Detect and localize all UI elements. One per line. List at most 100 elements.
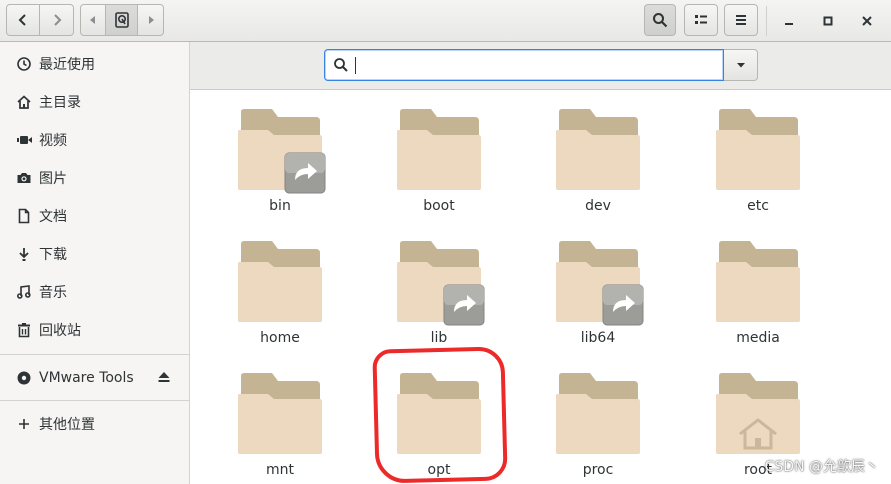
header-bar <box>0 0 891 42</box>
path-root-button[interactable] <box>106 4 138 36</box>
search-icon <box>333 57 349 77</box>
document-icon <box>15 207 33 225</box>
folder-item-home[interactable]: home <box>220 222 340 346</box>
list-view-icon <box>695 15 707 24</box>
triangle-right-icon <box>148 16 154 24</box>
drive-icon <box>114 12 129 28</box>
search-options-button[interactable] <box>724 49 758 81</box>
close-icon <box>862 16 872 26</box>
folder-name: home <box>260 330 300 346</box>
download-icon <box>15 245 33 263</box>
home-emblem-icon <box>739 418 777 450</box>
folder-item-etc[interactable]: etc <box>698 90 818 214</box>
symlink-arrow-icon <box>443 284 485 326</box>
search-icon <box>653 13 668 28</box>
maximize-button[interactable] <box>815 8 841 34</box>
view-list-button[interactable] <box>684 4 718 36</box>
minimize-button[interactable] <box>776 8 802 34</box>
folder-item-opt[interactable]: opt <box>379 354 499 478</box>
trash-icon <box>15 321 33 339</box>
maximize-icon <box>823 16 833 26</box>
sidebar-item-trash[interactable]: 回收站 <box>0 312 189 348</box>
forward-button[interactable] <box>40 4 74 36</box>
folder-item-proc[interactable]: proc <box>538 354 658 478</box>
header-separator <box>766 6 767 36</box>
folder-name: opt <box>427 462 451 478</box>
folder-name: media <box>736 330 780 346</box>
sidebar-item-label: 下载 <box>39 247 67 263</box>
folder-item-lib64[interactable]: lib64 <box>538 222 658 346</box>
folder-name: proc <box>582 462 614 478</box>
sidebar-item-music[interactable]: 音乐 <box>0 274 189 310</box>
watermark: CSDN @允歆辰丶 <box>764 459 879 475</box>
chevron-left-icon <box>18 14 26 26</box>
folder-name: lib <box>430 330 448 346</box>
minimize-icon <box>785 23 793 25</box>
folder-item-dev[interactable]: dev <box>538 90 658 214</box>
disc-icon <box>15 369 33 387</box>
hamburger-icon <box>736 15 746 25</box>
sidebar-item-pictures[interactable]: 图片 <box>0 160 189 196</box>
back-button[interactable] <box>6 4 40 36</box>
folder-item-media[interactable]: media <box>698 222 818 346</box>
sidebar: 最近使用 主目录 视频 图片 文档 下载 音乐 回收站 VMware Tools… <box>0 42 190 484</box>
folder-icon <box>397 109 481 190</box>
music-icon <box>15 283 33 301</box>
folder-icon <box>716 241 800 322</box>
search-input[interactable] <box>355 53 719 79</box>
close-button[interactable] <box>854 8 880 34</box>
sidebar-item-documents[interactable]: 文档 <box>0 198 189 234</box>
folder-icon <box>238 241 322 322</box>
plus-icon <box>15 415 33 433</box>
folder-item-boot[interactable]: boot <box>379 90 499 214</box>
eject-icon[interactable] <box>157 370 171 388</box>
text-caret <box>355 57 356 74</box>
sidebar-item-label: 主目录 <box>39 95 81 111</box>
sidebar-item-label: 其他位置 <box>39 417 95 433</box>
folder-icon <box>556 373 640 454</box>
clock-icon <box>15 55 33 73</box>
sidebar-item-other-locations[interactable]: 其他位置 <box>0 406 189 442</box>
sidebar-separator <box>0 400 189 401</box>
folder-icon <box>397 373 481 454</box>
chevron-right-icon <box>53 14 61 26</box>
sidebar-item-home[interactable]: 主目录 <box>0 84 189 120</box>
folder-item-bin[interactable]: bin <box>220 90 340 214</box>
sidebar-item-label: 最近使用 <box>39 57 95 73</box>
search-bar <box>190 42 891 90</box>
folder-name: boot <box>423 198 455 214</box>
sidebar-item-recent[interactable]: 最近使用 <box>0 46 189 82</box>
file-grid: bin boot dev etc home lib lib64 media mnt opt proc… <box>190 90 891 484</box>
sidebar-item-label: 音乐 <box>39 285 67 301</box>
video-icon <box>15 131 33 149</box>
sidebar-item-label: VMware Tools <box>39 370 134 386</box>
home-icon <box>15 93 33 111</box>
folder-name: dev <box>585 198 611 214</box>
folder-icon <box>556 109 640 190</box>
triangle-left-icon <box>90 16 95 24</box>
camera-icon <box>15 169 33 187</box>
sidebar-item-videos[interactable]: 视频 <box>0 122 189 158</box>
search-toggle-button[interactable] <box>644 4 676 36</box>
folder-name: etc <box>747 198 769 214</box>
sidebar-separator <box>0 354 189 355</box>
sidebar-item-vmware-tools[interactable]: VMware Tools <box>0 360 189 396</box>
folder-item-mnt[interactable]: mnt <box>220 354 340 478</box>
folder-icon <box>716 109 800 190</box>
path-scroll-right-button[interactable] <box>138 4 164 36</box>
menu-button[interactable] <box>724 4 758 36</box>
folder-name: bin <box>269 198 291 214</box>
sidebar-item-downloads[interactable]: 下载 <box>0 236 189 272</box>
sidebar-item-label: 文档 <box>39 209 67 225</box>
sidebar-item-label: 视频 <box>39 133 67 149</box>
folder-item-lib[interactable]: lib <box>379 222 499 346</box>
search-entry[interactable] <box>324 49 724 81</box>
symlink-arrow-icon <box>284 152 326 194</box>
sidebar-item-label: 回收站 <box>39 323 81 339</box>
path-scroll-left-button[interactable] <box>80 4 106 36</box>
sidebar-item-label: 图片 <box>39 171 67 187</box>
triangle-down-icon <box>736 63 745 68</box>
folder-name: lib64 <box>580 330 616 346</box>
symlink-arrow-icon <box>602 284 644 326</box>
folder-name: mnt <box>266 462 294 478</box>
